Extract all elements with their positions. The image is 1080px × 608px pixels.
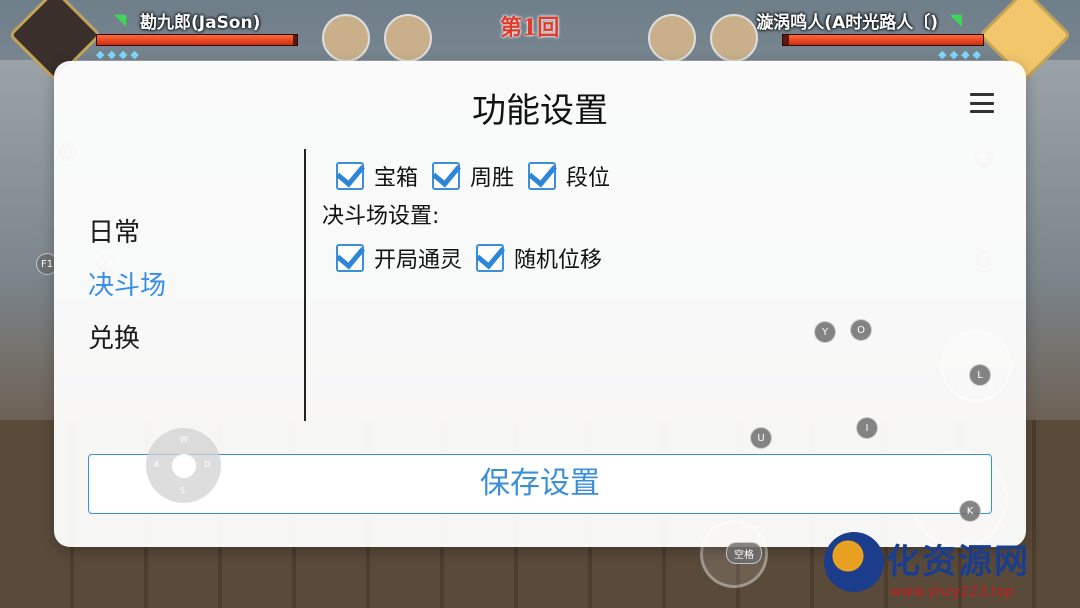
menu-icon-line [970,93,994,96]
player-right-hp-bar [782,34,984,46]
settings-content: 宝箱 周胜 段位 决斗场设置: 开局通灵 随机位移 [322,157,624,277]
key-marker-u: U [750,427,772,449]
watermark-text: 化资源网 [886,542,1030,582]
menu-icon[interactable] [970,93,994,113]
joystick-dir-s: S [180,486,186,495]
checkbox-checked-icon [336,162,364,190]
checkbox-checked-icon [336,244,364,272]
chakra-icons: ◆◆◆◆ [938,48,984,61]
joystick-dir-a: A [154,460,160,469]
key-marker-l: L [969,364,991,386]
nav-item-duel-arena[interactable]: 决斗场 [88,264,166,317]
watermark-logo-icon [824,532,884,592]
key-marker-space: 空格 [726,542,762,564]
options-row: 开局通灵 随机位移 [336,239,624,277]
checkbox-label: 段位 [566,166,611,191]
hp-fill-left [97,35,293,45]
key-marker-o: O [850,319,872,341]
checkbox-checked-icon [432,162,461,190]
player-left-name: 勘九郎(JaSon) [140,13,261,33]
hp-fill-right [789,35,983,45]
nav-divider [304,149,306,421]
battle-hud: ◥ 勘九郎(JaSon) ◥ 漩涡鸣人(A时光路人〔) ◆◆◆◆ ◆◆◆◆ 第1… [0,0,1080,82]
checkbox-label: 开局通灵 [374,248,463,273]
settings-side-nav: 日常 决斗场 兑换 [88,211,166,370]
wifi-icon: ◥ [114,10,127,29]
checkbox-checked-icon [528,162,557,190]
options-row: 宝箱 周胜 段位 [336,157,624,195]
joystick-dir-d: D [204,460,211,469]
support-avatar [322,14,370,62]
checkbox-checked-icon [476,244,505,272]
support-avatar [384,14,432,62]
support-avatar [648,14,696,62]
checkbox-rank[interactable]: 段位 [528,160,610,192]
checkbox-random-displacement[interactable]: 随机位移 [476,242,602,274]
menu-icon-line [970,101,994,105]
wifi-icon: ◥ [949,10,962,29]
checkbox-treasure-chest[interactable]: 宝箱 [336,160,418,192]
watermark-url: www.yhzy223.top [890,584,1015,600]
checkbox-opening-summon[interactable]: 开局通灵 [336,242,462,274]
movement-joystick[interactable]: W A D S [146,428,221,503]
chakra-icons: ◆◆◆◆ [96,48,142,61]
checkbox-label: 周胜 [470,166,515,191]
save-settings-button[interactable]: 保存设置 [88,454,992,514]
joystick-dir-w: W [180,435,188,444]
joystick-thumb[interactable] [172,454,196,478]
round-label: 第1回 [500,15,560,41]
nav-item-daily[interactable]: 日常 [88,211,166,264]
checkbox-label: 随机位移 [514,248,603,273]
player-left-hp-bar [96,34,298,46]
dialog-title: 功能设置 [472,91,608,131]
section-label-duel-settings: 决斗场设置: [322,204,440,229]
player-right-name: 漩涡鸣人(A时光路人〔) [756,13,938,33]
checkbox-label: 宝箱 [374,166,419,191]
site-watermark: 化资源网 www.yhzy223.top [820,528,1080,608]
checkbox-weekly-wins[interactable]: 周胜 [432,160,514,192]
key-marker-y: Y [814,321,836,343]
menu-icon-line [970,110,994,113]
key-marker-k: K [959,500,981,522]
key-marker-i: I [856,417,878,439]
nav-item-exchange[interactable]: 兑换 [88,317,166,370]
support-avatar [710,14,758,62]
